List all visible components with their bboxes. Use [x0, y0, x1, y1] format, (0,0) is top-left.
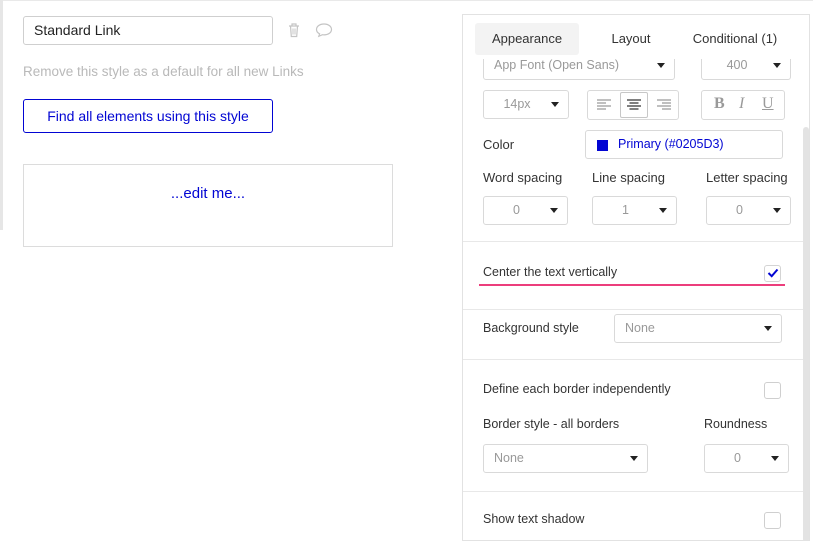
color-picker[interactable]: Primary (#0205D3) — [585, 130, 783, 159]
border-style-dropdown[interactable]: None — [483, 444, 648, 473]
align-left-icon[interactable] — [597, 99, 611, 111]
word-spacing-label: Word spacing — [483, 170, 563, 185]
chevron-down-icon — [550, 208, 558, 213]
color-value: Primary (#0205D3) — [618, 137, 724, 151]
checkmark-icon — [767, 268, 779, 278]
roundness-dropdown[interactable]: 0 — [704, 444, 789, 473]
border-style-value: None — [494, 451, 524, 465]
roundness-label: Roundness — [704, 417, 768, 431]
remove-default-link[interactable]: Remove this style as a default for all n… — [23, 64, 304, 79]
preview-link-text: ...edit me... — [170, 185, 246, 202]
style-name-input[interactable]: Standard Link — [23, 16, 273, 45]
find-elements-button[interactable]: Find all elements using this style — [23, 99, 273, 133]
border-style-label: Border style - all borders — [483, 417, 620, 431]
highlight-underline — [479, 284, 785, 286]
center-vertically-checkbox[interactable] — [764, 265, 781, 282]
chevron-down-icon — [764, 326, 772, 331]
section-divider — [463, 491, 803, 492]
underline-icon[interactable]: U — [762, 95, 774, 113]
chevron-down-icon — [771, 456, 779, 461]
word-spacing-value: 0 — [513, 203, 520, 217]
tab-layout-label[interactable]: Layout — [593, 23, 669, 55]
line-spacing-label: Line spacing — [592, 170, 665, 185]
text-shadow-label: Show text shadow — [483, 512, 585, 526]
section-divider — [463, 359, 803, 360]
line-spacing-value: 1 — [622, 203, 629, 217]
chevron-down-icon — [773, 63, 781, 68]
color-swatch — [597, 140, 608, 151]
bold-icon[interactable]: B — [714, 95, 725, 113]
comment-icon[interactable] — [315, 22, 333, 38]
letter-spacing-dropdown[interactable]: 0 — [706, 196, 791, 225]
background-style-value: None — [625, 321, 655, 335]
letter-spacing-label: Letter spacing — [706, 170, 788, 185]
italic-icon[interactable]: I — [739, 95, 744, 113]
font-weight-value: 400 — [726, 58, 748, 72]
top-divider — [0, 0, 813, 1]
chevron-down-icon — [659, 208, 667, 213]
chevron-down-icon — [630, 456, 638, 461]
section-divider — [463, 309, 803, 310]
chevron-down-icon — [551, 102, 559, 107]
tab-conditional-label[interactable]: Conditional (1) — [685, 23, 785, 55]
font-size-dropdown[interactable]: 14px — [483, 90, 569, 119]
tab-appearance-label[interactable]: Appearance — [475, 23, 579, 55]
roundness-value: 0 — [734, 451, 741, 465]
section-divider — [463, 241, 803, 242]
font-family-value: App Font (Open Sans) — [494, 58, 620, 72]
border-independent-label: Define each border independently — [483, 382, 671, 396]
letter-spacing-value: 0 — [736, 203, 743, 217]
font-size-value: 14px — [503, 97, 531, 111]
align-center-icon[interactable] — [627, 99, 641, 111]
style-preview-box: ...edit me... — [23, 164, 393, 247]
border-independent-checkbox[interactable] — [764, 382, 781, 399]
background-style-dropdown[interactable]: None — [614, 314, 782, 343]
chevron-down-icon — [657, 63, 665, 68]
panel-scrollbar[interactable] — [803, 127, 809, 540]
text-style-group: B I U — [701, 90, 785, 120]
chevron-down-icon — [773, 208, 781, 213]
left-rail — [0, 0, 3, 230]
style-properties-panel: Appearance Layout Conditional (1) App Fo… — [462, 14, 810, 541]
text-shadow-checkbox[interactable] — [764, 512, 781, 529]
text-align-group — [587, 90, 679, 120]
tabs-overlay: Appearance Layout Conditional (1) — [463, 15, 803, 59]
word-spacing-dropdown[interactable]: 0 — [483, 196, 568, 225]
line-spacing-dropdown[interactable]: 1 — [592, 196, 677, 225]
align-right-icon[interactable] — [657, 99, 671, 111]
trash-icon[interactable] — [287, 22, 301, 38]
color-label: Color — [483, 137, 515, 152]
background-style-label: Background style — [483, 321, 579, 335]
center-vertically-label: Center the text vertically — [483, 265, 618, 279]
